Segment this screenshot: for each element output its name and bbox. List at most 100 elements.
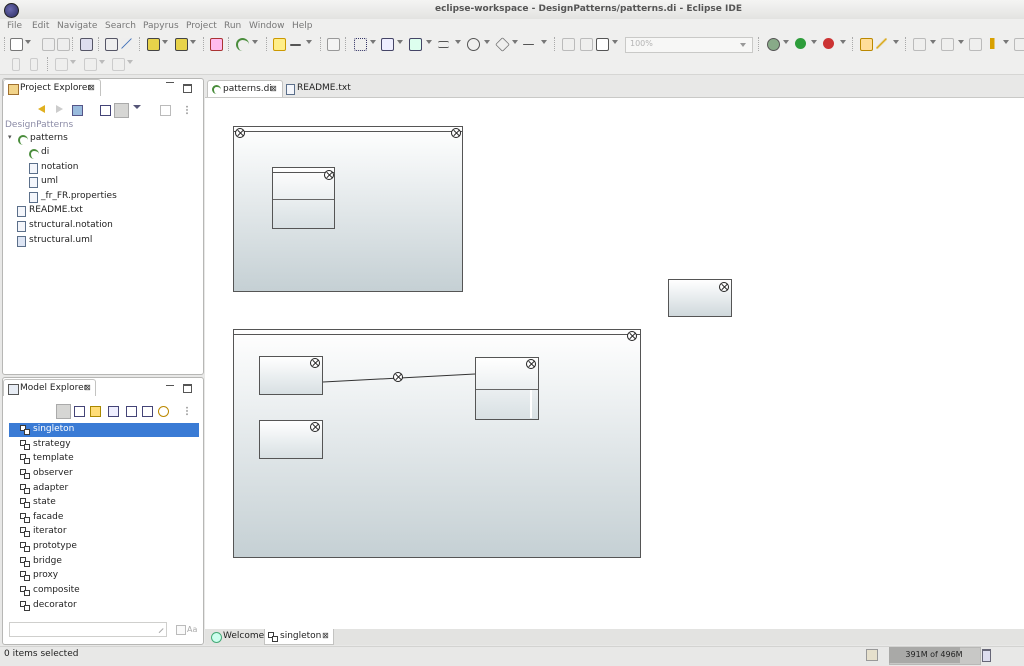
tab-singleton[interactable]: singleton ⊠ [264, 629, 334, 645]
previous-annotation-icon[interactable] [941, 38, 954, 51]
model-filter-input[interactable] [9, 622, 167, 637]
route-dropdown-icon[interactable] [484, 40, 490, 44]
tree-view-icon[interactable] [74, 406, 85, 417]
font-color-icon[interactable] [55, 58, 68, 71]
new-diagram-icon[interactable] [175, 38, 188, 51]
external-tools-dropdown-icon[interactable] [840, 40, 846, 44]
menu-project[interactable]: Project [186, 21, 217, 31]
focus-icon[interactable] [160, 105, 171, 116]
link-with-editor-icon[interactable] [114, 103, 129, 118]
fill-color-dropdown-icon[interactable] [99, 60, 105, 64]
new-papyrus-model-icon[interactable] [147, 38, 160, 51]
close-icon[interactable]: ⊠ [88, 83, 95, 92]
line-style-icon[interactable] [290, 44, 301, 46]
tab-readme[interactable]: README.txt [285, 80, 355, 96]
connector-icon[interactable] [562, 38, 575, 51]
minimize-icon[interactable] [166, 82, 174, 83]
close-icon[interactable]: ⊠ [270, 84, 277, 93]
list-item-bridge[interactable]: bridge [20, 555, 198, 569]
snap-icon[interactable] [495, 37, 510, 52]
list-item-observer[interactable]: observer [20, 467, 198, 481]
list-item-iterator[interactable]: iterator [20, 525, 198, 539]
compartment-scrollbar[interactable] [530, 390, 532, 418]
list-item-adapter[interactable]: adapter [20, 482, 198, 496]
tab-model-explorer[interactable]: Model Explorer ⊠ [3, 379, 96, 396]
debug-dropdown-icon[interactable] [783, 40, 789, 44]
debug-icon[interactable] [767, 38, 780, 51]
back-arrow-icon[interactable] [38, 105, 45, 113]
class-shape[interactable] [259, 356, 323, 395]
next-annotation-dropdown-icon[interactable] [930, 40, 936, 44]
view-menu-icon[interactable] [186, 406, 188, 416]
copy-appearance-icon[interactable] [327, 38, 340, 51]
forward-arrow-icon[interactable] [56, 105, 63, 113]
back-icon[interactable] [988, 38, 999, 49]
papyrus-dropdown-icon[interactable] [162, 40, 168, 44]
align-dropdown-icon[interactable] [426, 40, 432, 44]
toolbar-grip[interactable] [4, 37, 6, 51]
menu-run[interactable]: Run [224, 21, 241, 31]
list-item-strategy[interactable]: strategy [20, 438, 198, 452]
line-style-dropdown-icon[interactable] [306, 40, 312, 44]
distribute-dropdown-icon[interactable] [455, 40, 461, 44]
list-item-composite[interactable]: composite [20, 584, 198, 598]
distribute-icon[interactable] [438, 41, 449, 48]
menu-window[interactable]: Window [249, 21, 285, 31]
grid-dropdown-icon[interactable] [612, 40, 618, 44]
diagram-canvas[interactable] [205, 97, 1024, 630]
tree-item-structural-uml[interactable]: structural.uml [16, 235, 198, 249]
background-tasks-icon[interactable] [866, 649, 878, 661]
run-icon[interactable] [795, 38, 806, 49]
garbage-collect-icon[interactable] [982, 649, 991, 662]
list-item-prototype[interactable]: prototype [20, 540, 198, 554]
open-console-icon[interactable] [80, 38, 93, 51]
close-icon[interactable]: ⊠ [84, 383, 91, 392]
list-item-decorator[interactable]: decorator [20, 599, 198, 613]
case-sensitive-checkbox[interactable] [176, 625, 186, 635]
filter-icon[interactable] [133, 105, 141, 109]
sort-icon[interactable] [56, 404, 71, 419]
bold-icon[interactable] [12, 58, 20, 71]
open-di-dropdown-icon[interactable] [252, 40, 258, 44]
save-all-icon[interactable] [57, 38, 70, 51]
expand-arrow-icon[interactable]: ▾ [8, 133, 12, 141]
forward-icon[interactable] [1014, 38, 1024, 51]
package-shape[interactable] [233, 329, 641, 558]
new-icon[interactable] [10, 38, 23, 51]
open-di-icon[interactable] [236, 38, 249, 51]
list-item-singleton[interactable]: singleton [20, 423, 198, 437]
last-edit-icon[interactable] [969, 38, 982, 51]
pen-icon[interactable] [121, 38, 132, 49]
fill-color-icon[interactable] [84, 58, 97, 71]
hierarchy-icon[interactable] [105, 38, 118, 51]
collapse-all-icon[interactable] [126, 406, 137, 417]
list-item-state[interactable]: state [20, 496, 198, 510]
annotation-icon[interactable] [876, 38, 887, 49]
menu-search[interactable]: Search [105, 21, 136, 31]
class-shape[interactable] [259, 420, 323, 459]
line-color-dropdown-icon[interactable] [127, 60, 133, 64]
up-folder-icon[interactable] [72, 105, 83, 116]
menu-file[interactable]: File [7, 21, 22, 31]
list-item-proxy[interactable]: proxy [20, 569, 198, 583]
arrange-dropdown-icon[interactable] [397, 40, 403, 44]
snap-dropdown-icon[interactable] [512, 40, 518, 44]
layout-icon[interactable] [210, 38, 223, 51]
arrange-icon[interactable] [381, 38, 394, 51]
open-folder-icon[interactable] [860, 38, 873, 51]
font-icon[interactable] [273, 38, 286, 51]
sort-alpha-icon[interactable] [108, 406, 119, 417]
italic-icon[interactable] [30, 58, 38, 71]
close-icon[interactable]: ⊠ [322, 631, 329, 640]
minimize-icon[interactable] [166, 385, 174, 386]
annotation-dropdown-icon[interactable] [893, 40, 899, 44]
new-dropdown-icon[interactable] [25, 40, 31, 44]
grid-icon[interactable] [596, 38, 609, 51]
tab-welcome[interactable]: Welcome [209, 630, 264, 644]
run-dropdown-icon[interactable] [811, 40, 817, 44]
expand-all-icon[interactable] [142, 406, 153, 417]
save-icon[interactable] [42, 38, 55, 51]
collapse-all-icon[interactable] [100, 105, 111, 116]
tree-item-structural-notation[interactable]: structural.notation [16, 220, 198, 234]
select-all-icon[interactable] [354, 38, 367, 51]
